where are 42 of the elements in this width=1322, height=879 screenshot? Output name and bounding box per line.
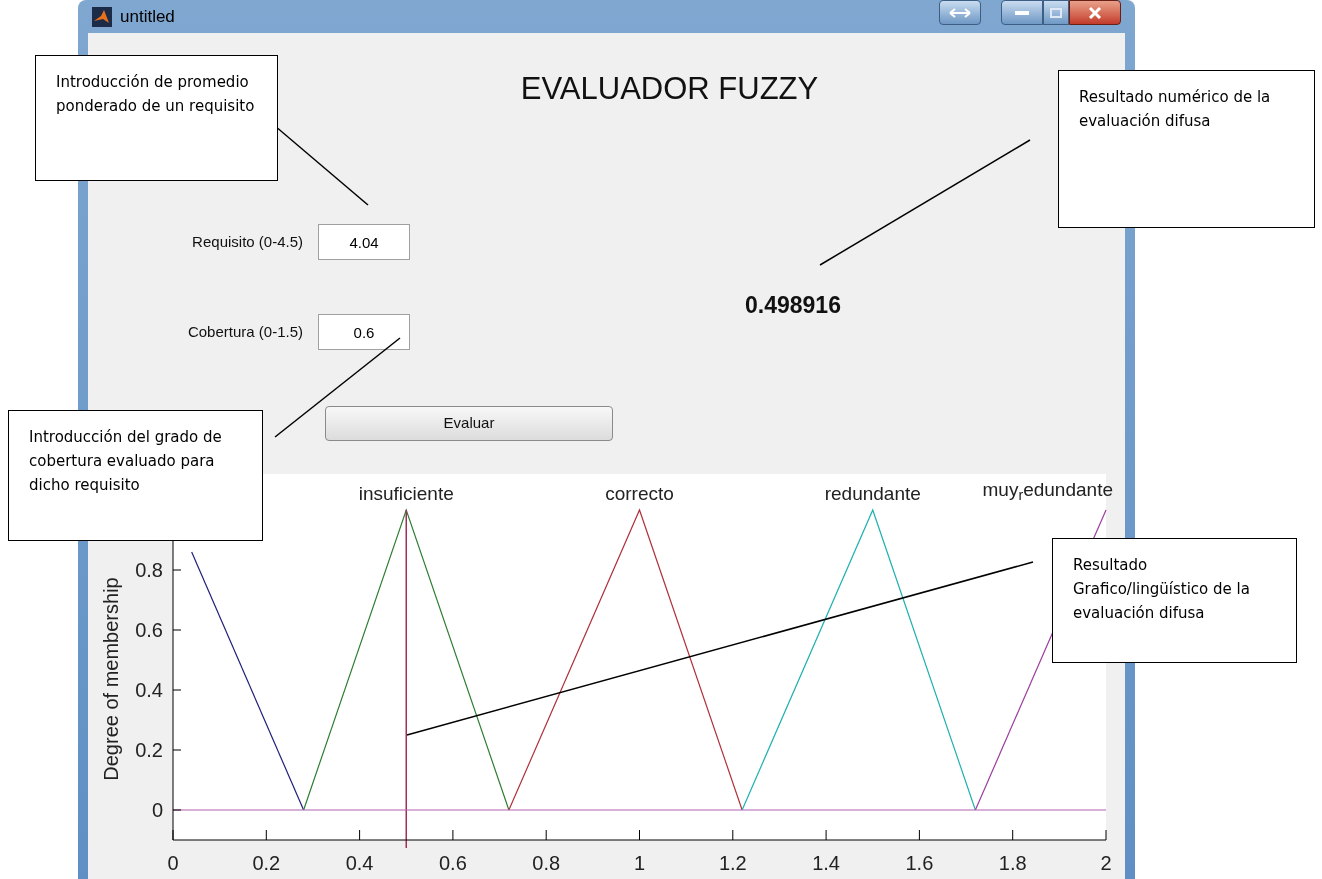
- x-tick-label: 0.2: [252, 852, 281, 874]
- x-tick-label: 1: [633, 852, 646, 874]
- y-tick-label: 0.6: [135, 619, 163, 641]
- callout-note: Resultado numérico de la evaluación difusa: [1058, 70, 1315, 228]
- x-tick-label: 1.6: [905, 852, 934, 874]
- x-tick-label: 1.4: [812, 852, 840, 874]
- x-tick-label: 1.2: [718, 852, 747, 874]
- y-axis-label: Degree of membership: [100, 577, 122, 781]
- input-field[interactable]: 4.04: [318, 224, 410, 260]
- maximize-icon: [1050, 7, 1062, 18]
- field-label: Requisito (0-4.5): [191, 231, 303, 252]
- x-tick-label: 0: [167, 852, 179, 874]
- input-field[interactable]: 0.6: [318, 314, 410, 350]
- x-tick-label: 2: [1100, 852, 1112, 874]
- y-tick-label: 0: [151, 799, 163, 821]
- membership-label: insuficiente: [358, 484, 454, 503]
- x-tick-label: 0.8: [532, 852, 561, 874]
- window-title: untitled: [120, 5, 175, 28]
- y-tick-label: 0.4: [135, 679, 163, 701]
- close-button[interactable]: [1069, 0, 1121, 25]
- maximize-button[interactable]: [1043, 0, 1069, 25]
- horizontal-arrows-icon: [949, 7, 971, 18]
- field-label: Cobertura (0-1.5): [186, 321, 303, 342]
- callout-note: Resultado Grafico/lingüístico de la evaluación difusa: [1052, 538, 1297, 663]
- evaluate-button[interactable]: Evaluar: [325, 406, 613, 441]
- callout-note: Introducción de promedio ponderado de un requisito: [35, 55, 278, 181]
- y-tick-label: 0.8: [135, 559, 163, 581]
- minimize-button[interactable]: [1001, 0, 1043, 25]
- x-tick-label: 1.8: [998, 852, 1027, 874]
- x-tick-label: 0.4: [345, 852, 374, 874]
- result-value: 0.498916: [745, 291, 841, 320]
- app-logo-icon: [92, 6, 112, 27]
- x-tick-label: 0.6: [439, 852, 467, 874]
- resize-button[interactable]: [939, 0, 981, 25]
- app-heading: EVALUADOR FUZZY: [520, 73, 819, 104]
- membership-label: correcto: [605, 484, 674, 503]
- membership-label: muy$_{r}$edundante: [982, 480, 1113, 499]
- membership-label: redundante: [824, 484, 921, 503]
- y-tick-label: 0.2: [135, 739, 163, 761]
- callout-note: Introducción del grado de cobertura evaluado para dicho requisito: [8, 410, 263, 541]
- close-icon: [1088, 6, 1102, 19]
- minimize-icon: [1015, 10, 1029, 15]
